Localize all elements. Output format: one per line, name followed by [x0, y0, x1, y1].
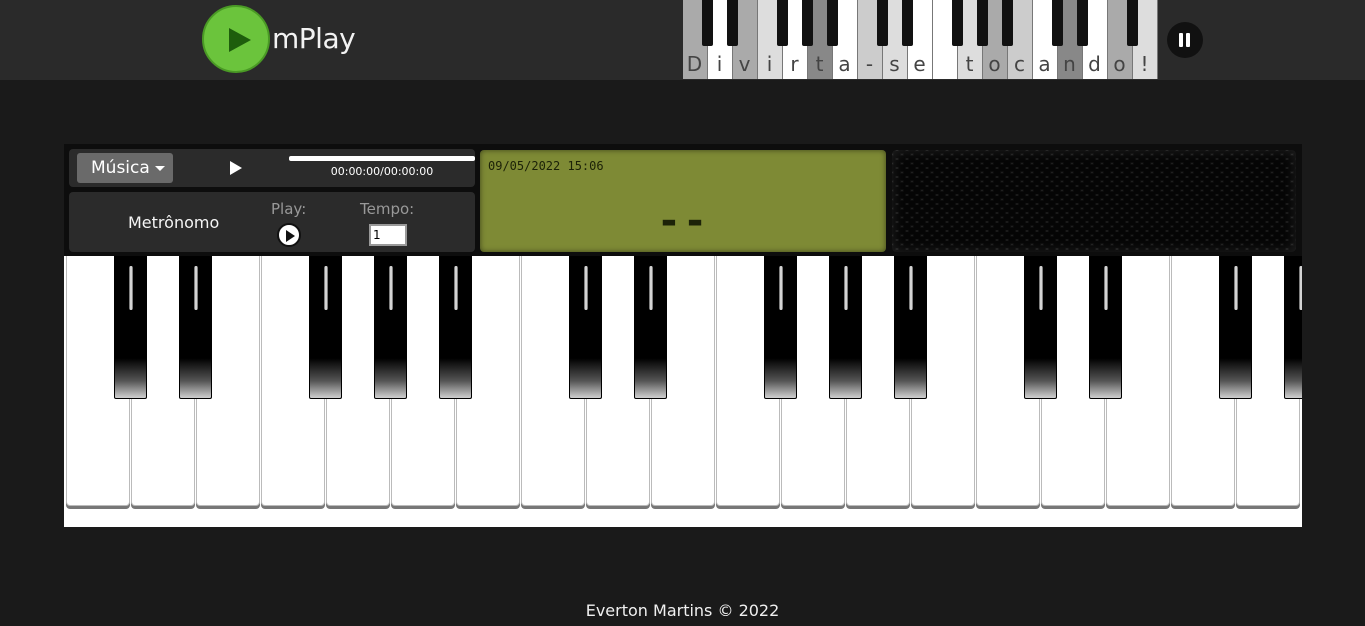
banner-black-key: [1002, 0, 1013, 46]
music-player-bar: Música 00:00:00/00:00:00: [69, 149, 475, 187]
key-highlight: [1234, 266, 1238, 310]
banner-letter: v: [738, 52, 752, 76]
metronome-play-label: Play:: [271, 200, 307, 218]
banner-letter: a: [838, 52, 852, 76]
black-key[interactable]: [374, 256, 407, 399]
banner-black-key: [827, 0, 838, 46]
metronome-label: Metrônomo: [128, 213, 220, 232]
banner-black-key: [902, 0, 913, 46]
black-key[interactable]: [1284, 256, 1302, 399]
control-panel: Música 00:00:00/00:00:00 Metrônomo Play:…: [64, 144, 1302, 256]
lcd-note: --: [656, 198, 710, 244]
logo-play-button[interactable]: [202, 5, 270, 73]
music-dropdown-button[interactable]: Música: [77, 153, 173, 183]
banner-letter: c: [1014, 52, 1026, 76]
banner-letter: i: [766, 52, 774, 76]
banner-letter: o: [1113, 52, 1127, 76]
banner-letter: -: [865, 52, 875, 76]
music-progress-bar[interactable]: [289, 156, 475, 161]
pause-button[interactable]: [1167, 22, 1203, 58]
banner-letter: i: [716, 52, 724, 76]
banner-letter: !: [1140, 52, 1150, 76]
key-highlight: [454, 266, 458, 310]
music-time-display: 00:00:00/00:00:00: [330, 165, 434, 178]
play-icon: [229, 28, 251, 52]
lcd-display: 09/05/2022 15:06 --: [480, 150, 886, 252]
speaker-grille: [892, 150, 1296, 252]
footer-credit: Everton Martins © 2022: [585, 601, 780, 620]
banner-black-key: [727, 0, 738, 46]
piano-keyboard: [64, 256, 1302, 527]
banner-black-key: [877, 0, 888, 46]
banner-letter: t: [965, 52, 975, 76]
black-key[interactable]: [1089, 256, 1122, 399]
black-key[interactable]: [309, 256, 342, 399]
banner-letter: a: [1038, 52, 1052, 76]
banner-letter: d: [1088, 52, 1102, 76]
key-highlight: [389, 266, 393, 310]
banner-black-key: [777, 0, 788, 46]
metronome-play-button[interactable]: [277, 223, 301, 247]
key-highlight: [584, 266, 588, 310]
black-key[interactable]: [179, 256, 212, 399]
music-play-button[interactable]: [230, 161, 242, 175]
banner-letter: o: [988, 52, 1002, 76]
black-key[interactable]: [114, 256, 147, 399]
black-key[interactable]: [634, 256, 667, 399]
banner-black-key: [802, 0, 813, 46]
key-highlight: [1299, 266, 1302, 310]
key-highlight: [324, 266, 328, 310]
banner-black-key: [952, 0, 963, 46]
key-highlight: [194, 266, 198, 310]
key-highlight: [1039, 266, 1043, 310]
header-bar: mPlay Divirta-se t o c a n d o!: [0, 0, 1365, 80]
lcd-datetime: 09/05/2022 15:06: [488, 159, 604, 173]
tempo-input[interactable]: [369, 224, 407, 246]
caret-down-icon: [154, 165, 165, 171]
app-title: mPlay: [272, 22, 356, 55]
banner-keyboard: Divirta-se t o c a n d o!: [683, 0, 1158, 79]
key-highlight: [1104, 266, 1108, 310]
banner-letter: n: [1063, 52, 1077, 76]
banner-letter: s: [889, 52, 901, 76]
key-highlight: [844, 266, 848, 310]
pause-icon: [1179, 33, 1183, 47]
banner-letter: e: [913, 52, 927, 76]
banner-black-key: [977, 0, 988, 46]
black-key[interactable]: [764, 256, 797, 399]
key-highlight: [779, 266, 783, 310]
black-key[interactable]: [1219, 256, 1252, 399]
metronome-bar: Metrônomo Play: Tempo:: [69, 192, 475, 252]
black-key[interactable]: [439, 256, 472, 399]
banner-black-key: [1052, 0, 1063, 46]
banner-letter: t: [815, 52, 825, 76]
banner-black-key: [1127, 0, 1138, 46]
banner-letter: D: [686, 52, 704, 76]
black-key[interactable]: [829, 256, 862, 399]
key-highlight: [649, 266, 653, 310]
pause-icon: [1186, 33, 1190, 47]
key-highlight: [129, 266, 133, 310]
music-dropdown-label: Música: [91, 158, 150, 178]
black-key[interactable]: [569, 256, 602, 399]
key-highlight: [909, 266, 913, 310]
play-icon: [286, 230, 295, 242]
tempo-label: Tempo:: [360, 200, 415, 218]
banner-letter: r: [790, 52, 800, 76]
black-key[interactable]: [894, 256, 927, 399]
banner-black-key: [1077, 0, 1088, 46]
banner-black-key: [702, 0, 713, 46]
black-key[interactable]: [1024, 256, 1057, 399]
